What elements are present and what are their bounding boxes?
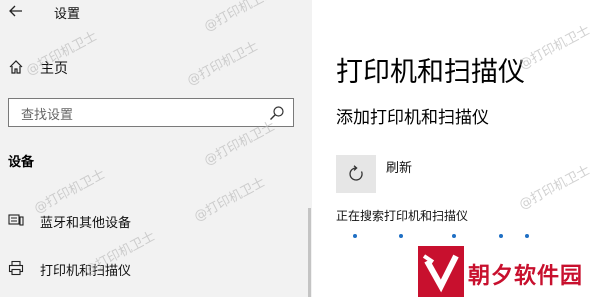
section-subtitle: 添加打印机和扫描仪 — [336, 108, 489, 128]
brand-logo-icon — [418, 246, 464, 297]
page-title: 打印机和扫描仪 — [336, 57, 525, 88]
sidebar-item-printers[interactable]: 打印机和扫描仪 — [0, 254, 312, 284]
refresh-button[interactable] — [336, 155, 376, 193]
progress-dot — [499, 234, 503, 238]
sidebar: 设置 主页 查找设置 设备 蓝牙和其他设备 打印机和扫描仪 — [0, 0, 312, 297]
progress-dot — [353, 234, 357, 238]
search-placeholder: 查找设置 — [21, 108, 74, 123]
refresh-label[interactable]: 刷新 — [386, 157, 412, 176]
brand-name: 朝夕软件园 — [468, 264, 584, 289]
refresh-icon — [349, 165, 363, 181]
sidebar-item-label: 蓝牙和其他设备 — [40, 216, 132, 231]
search-input[interactable]: 查找设置 — [8, 98, 294, 127]
section-title-devices: 设备 — [8, 155, 35, 170]
back-button[interactable] — [4, 0, 28, 22]
search-icon[interactable] — [269, 105, 285, 121]
progress-dot — [399, 234, 403, 238]
back-arrow-icon — [9, 5, 22, 17]
printer-icon — [8, 260, 24, 276]
progress-dot — [452, 234, 456, 238]
brand-watermark: 朝夕软件园 — [418, 246, 600, 297]
window-title: 设置 — [54, 7, 81, 22]
searching-status: 正在搜索打印机和扫描仪 — [336, 209, 469, 223]
bluetooth-devices-icon — [8, 214, 24, 226]
progress-dot — [525, 234, 529, 238]
sidebar-scrollbar[interactable] — [308, 208, 311, 297]
